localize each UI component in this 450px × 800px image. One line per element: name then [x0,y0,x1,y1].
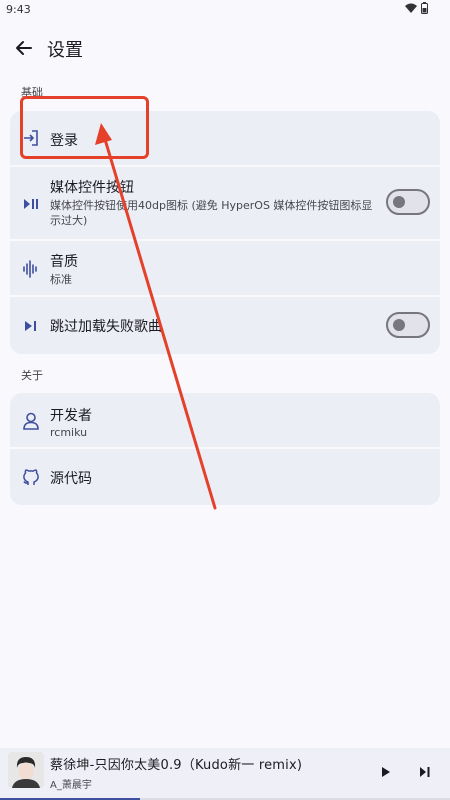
annotation-arrow [95,123,217,510]
